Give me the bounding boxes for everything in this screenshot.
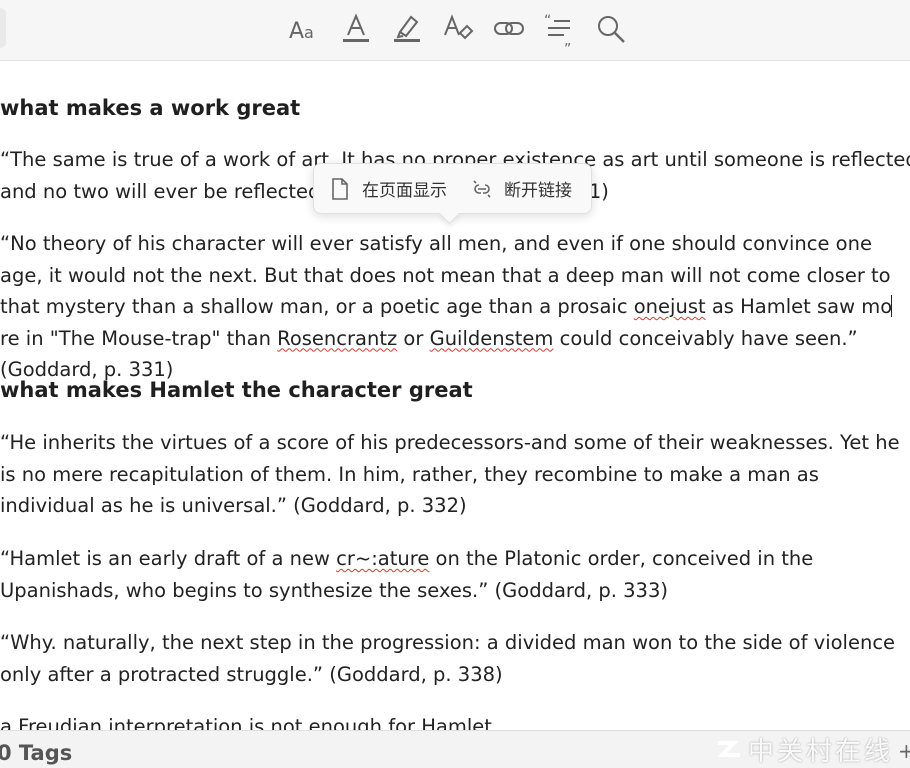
paragraph: a Freudian interpretation is not enough …: [0, 715, 492, 730]
show-on-page-button[interactable]: 在页面显示: [328, 164, 447, 213]
tags-bar: 0 Tags 中关村在线 +: [0, 730, 910, 768]
misspelled-word[interactable]: onejust: [634, 295, 706, 318]
svg-text:a: a: [304, 23, 314, 42]
note-body[interactable]: what makes a work great “The same is tru…: [0, 60, 910, 730]
highlighter-icon[interactable]: [388, 10, 426, 48]
misspelled-word[interactable]: cr~:: [336, 547, 378, 570]
font-style-icon[interactable]: Aa: [286, 10, 324, 48]
quote-icon[interactable]: “„: [541, 10, 579, 48]
clear-formatting-icon[interactable]: [439, 10, 477, 48]
paragraph: “Hamlet is an early draft of a new cr~:a…: [0, 547, 814, 602]
section-heading: what makes a work great: [0, 96, 301, 120]
link-icon[interactable]: [490, 10, 528, 48]
misspelled-word[interactable]: Guildenstem: [430, 327, 554, 350]
text-cursor: [891, 295, 893, 317]
svg-text:„: „: [564, 33, 571, 47]
search-icon[interactable]: [592, 10, 630, 48]
sidebar-toggle[interactable]: [0, 8, 6, 48]
unlink-icon: [473, 179, 491, 198]
tags-count[interactable]: 0 Tags: [0, 741, 72, 765]
add-tag-button[interactable]: +: [898, 739, 910, 763]
link-popup: 在页面显示 断开链接: [313, 163, 592, 225]
page-icon: [332, 177, 348, 200]
watermark-logo-icon: [717, 740, 740, 757]
svg-text:“: “: [544, 13, 551, 29]
section-heading: what makes Hamlet the character great: [0, 378, 473, 402]
svg-text:A: A: [289, 19, 304, 44]
text-color-icon[interactable]: [337, 10, 375, 48]
formatting-toolbar: Aa “„: [0, 0, 910, 61]
paragraph: “He inherits the virtues of a score of h…: [0, 431, 900, 517]
misspelled-word[interactable]: Rosencrantz: [277, 327, 397, 350]
paragraph: “No theory of his character will ever sa…: [0, 232, 893, 381]
paragraph: “Why. naturally, the next step in the pr…: [0, 631, 896, 686]
watermark: 中关村在线: [714, 731, 893, 768]
unlink-button[interactable]: 断开链接: [470, 164, 572, 213]
misspelled-word[interactable]: ature: [378, 547, 430, 570]
